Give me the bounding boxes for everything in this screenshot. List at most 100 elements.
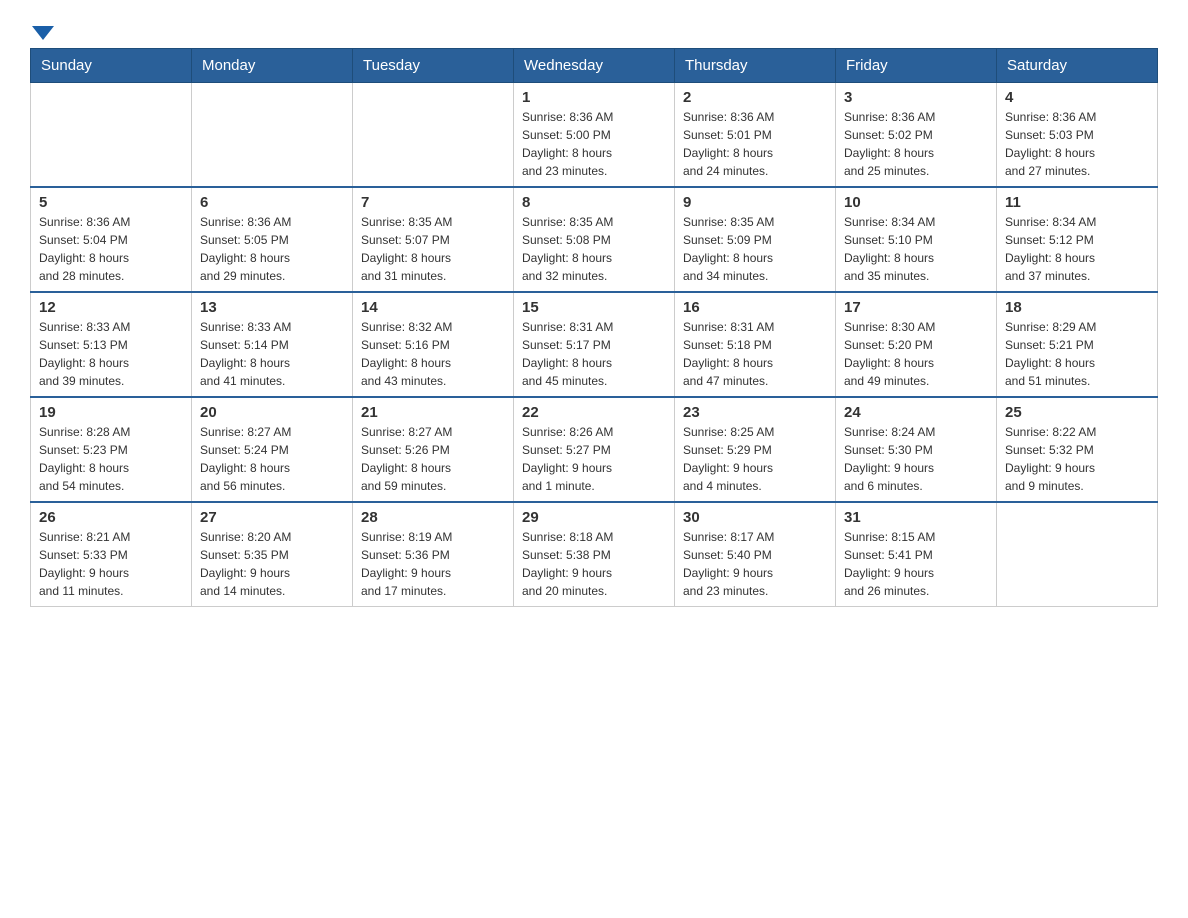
- day-number: 29: [522, 509, 666, 526]
- day-info: Sunrise: 8:20 AM Sunset: 5:35 PM Dayligh…: [200, 528, 344, 600]
- calendar-cell: 20Sunrise: 8:27 AM Sunset: 5:24 PM Dayli…: [192, 397, 353, 502]
- calendar-cell: 4 Sunrise: 8:36 AM Sunset: 5:03 PM Daylig…: [997, 83, 1158, 188]
- calendar-header: SundayMondayTuesdayWednesdayThursdayFrid…: [31, 49, 1158, 83]
- day-number: 30: [683, 509, 827, 526]
- day-info: Sunrise: 8:36 AM Sunset: 5:01 PM Dayligh…: [683, 108, 827, 180]
- day-number: 19: [39, 404, 183, 421]
- calendar-table: SundayMondayTuesdayWednesdayThursdayFrid…: [30, 48, 1158, 607]
- calendar-cell: 22 Sunrise: 8:26 AM Sunset: 5:27 PM Dayli…: [514, 397, 675, 502]
- calendar-cell: 26 Sunrise: 8:21 AM Sunset: 5:33 PM Dayli…: [31, 502, 192, 607]
- day-info: Sunrise: 8:19 AM Sunset: 5:36 PM Dayligh…: [361, 528, 505, 600]
- day-info: Sunrise: 8:18 AM Sunset: 5:38 PM Dayligh…: [522, 528, 666, 600]
- day-info: Sunrise: 8:35 AM Sunset: 5:09 PM Dayligh…: [683, 213, 827, 285]
- day-number: 27: [200, 509, 344, 526]
- day-number: 6: [200, 194, 344, 211]
- day-number: 25: [1005, 404, 1149, 421]
- day-number: 17: [844, 299, 988, 316]
- weekday-header-tuesday: Tuesday: [353, 49, 514, 83]
- day-info: Sunrise: 8:26 AM Sunset: 5:27 PM Dayligh…: [522, 423, 666, 495]
- weekday-header-sunday: Sunday: [31, 49, 192, 83]
- calendar-cell: [31, 83, 192, 188]
- calendar-week-1: 1 Sunrise: 8:36 AM Sunset: 5:00 PM Daylig…: [31, 83, 1158, 188]
- day-info: Sunrise: 8:36 AM Sunset: 5:04 PM Dayligh…: [39, 213, 183, 285]
- day-info: Sunrise: 8:33 AM Sunset: 5:13 PM Dayligh…: [39, 318, 183, 390]
- day-number: 9: [683, 194, 827, 211]
- day-info: Sunrise: 8:30 AM Sunset: 5:20 PM Dayligh…: [844, 318, 988, 390]
- calendar-cell: 12 Sunrise: 8:33 AM Sunset: 5:13 PM Dayli…: [31, 292, 192, 397]
- day-number: 16: [683, 299, 827, 316]
- day-number: 7: [361, 194, 505, 211]
- weekday-header-thursday: Thursday: [675, 49, 836, 83]
- day-info: Sunrise: 8:36 AM Sunset: 5:05 PM Dayligh…: [200, 213, 344, 285]
- day-info: Sunrise: 8:36 AM Sunset: 5:00 PM Dayligh…: [522, 108, 666, 180]
- day-number: 18: [1005, 299, 1149, 316]
- calendar-week-4: 19 Sunrise: 8:28 AM Sunset: 5:23 PM Dayli…: [31, 397, 1158, 502]
- calendar-cell: 10 Sunrise: 8:34 AM Sunset: 5:10 PM Dayli…: [836, 187, 997, 292]
- day-number: 1: [522, 89, 666, 106]
- calendar-cell: [353, 83, 514, 188]
- calendar-cell: 24Sunrise: 8:24 AM Sunset: 5:30 PM Dayli…: [836, 397, 997, 502]
- day-number: 11: [1005, 194, 1149, 211]
- calendar-cell: 28Sunrise: 8:19 AM Sunset: 5:36 PM Dayli…: [353, 502, 514, 607]
- calendar-cell: 6 Sunrise: 8:36 AM Sunset: 5:05 PM Daylig…: [192, 187, 353, 292]
- day-number: 24: [844, 404, 988, 421]
- day-number: 23: [683, 404, 827, 421]
- day-info: Sunrise: 8:21 AM Sunset: 5:33 PM Dayligh…: [39, 528, 183, 600]
- calendar-cell: 29 Sunrise: 8:18 AM Sunset: 5:38 PM Dayli…: [514, 502, 675, 607]
- calendar-cell: 18Sunrise: 8:29 AM Sunset: 5:21 PM Dayli…: [997, 292, 1158, 397]
- day-info: Sunrise: 8:15 AM Sunset: 5:41 PM Dayligh…: [844, 528, 988, 600]
- day-info: Sunrise: 8:22 AM Sunset: 5:32 PM Dayligh…: [1005, 423, 1149, 495]
- day-info: Sunrise: 8:31 AM Sunset: 5:18 PM Dayligh…: [683, 318, 827, 390]
- page-header: [30, 20, 1158, 38]
- day-number: 8: [522, 194, 666, 211]
- calendar-cell: 27 Sunrise: 8:20 AM Sunset: 5:35 PM Dayli…: [192, 502, 353, 607]
- day-info: Sunrise: 8:33 AM Sunset: 5:14 PM Dayligh…: [200, 318, 344, 390]
- day-info: Sunrise: 8:35 AM Sunset: 5:08 PM Dayligh…: [522, 213, 666, 285]
- calendar-cell: 8 Sunrise: 8:35 AM Sunset: 5:08 PM Daylig…: [514, 187, 675, 292]
- day-number: 12: [39, 299, 183, 316]
- calendar-week-5: 26 Sunrise: 8:21 AM Sunset: 5:33 PM Dayli…: [31, 502, 1158, 607]
- calendar-cell: 17 Sunrise: 8:30 AM Sunset: 5:20 PM Dayli…: [836, 292, 997, 397]
- day-number: 13: [200, 299, 344, 316]
- calendar-week-3: 12 Sunrise: 8:33 AM Sunset: 5:13 PM Dayli…: [31, 292, 1158, 397]
- calendar-cell: 25 Sunrise: 8:22 AM Sunset: 5:32 PM Dayli…: [997, 397, 1158, 502]
- calendar-cell: 19 Sunrise: 8:28 AM Sunset: 5:23 PM Dayli…: [31, 397, 192, 502]
- calendar-cell: 13 Sunrise: 8:33 AM Sunset: 5:14 PM Dayli…: [192, 292, 353, 397]
- day-number: 15: [522, 299, 666, 316]
- day-info: Sunrise: 8:36 AM Sunset: 5:02 PM Dayligh…: [844, 108, 988, 180]
- day-info: Sunrise: 8:32 AM Sunset: 5:16 PM Dayligh…: [361, 318, 505, 390]
- day-number: 4: [1005, 89, 1149, 106]
- day-info: Sunrise: 8:27 AM Sunset: 5:26 PM Dayligh…: [361, 423, 505, 495]
- day-info: Sunrise: 8:27 AM Sunset: 5:24 PM Dayligh…: [200, 423, 344, 495]
- weekday-header-row: SundayMondayTuesdayWednesdayThursdayFrid…: [31, 49, 1158, 83]
- day-number: 26: [39, 509, 183, 526]
- calendar-cell: 11Sunrise: 8:34 AM Sunset: 5:12 PM Dayli…: [997, 187, 1158, 292]
- weekday-header-friday: Friday: [836, 49, 997, 83]
- calendar-cell: 15 Sunrise: 8:31 AM Sunset: 5:17 PM Dayli…: [514, 292, 675, 397]
- day-number: 14: [361, 299, 505, 316]
- calendar-cell: [997, 502, 1158, 607]
- weekday-header-monday: Monday: [192, 49, 353, 83]
- calendar-cell: 30Sunrise: 8:17 AM Sunset: 5:40 PM Dayli…: [675, 502, 836, 607]
- calendar-cell: 1 Sunrise: 8:36 AM Sunset: 5:00 PM Daylig…: [514, 83, 675, 188]
- calendar-cell: 7Sunrise: 8:35 AM Sunset: 5:07 PM Daylig…: [353, 187, 514, 292]
- weekday-header-saturday: Saturday: [997, 49, 1158, 83]
- day-number: 10: [844, 194, 988, 211]
- calendar-week-2: 5 Sunrise: 8:36 AM Sunset: 5:04 PM Daylig…: [31, 187, 1158, 292]
- weekday-header-wednesday: Wednesday: [514, 49, 675, 83]
- calendar-cell: 5 Sunrise: 8:36 AM Sunset: 5:04 PM Daylig…: [31, 187, 192, 292]
- day-info: Sunrise: 8:36 AM Sunset: 5:03 PM Dayligh…: [1005, 108, 1149, 180]
- day-info: Sunrise: 8:31 AM Sunset: 5:17 PM Dayligh…: [522, 318, 666, 390]
- calendar-cell: 9 Sunrise: 8:35 AM Sunset: 5:09 PM Daylig…: [675, 187, 836, 292]
- calendar-cell: [192, 83, 353, 188]
- calendar-cell: 23Sunrise: 8:25 AM Sunset: 5:29 PM Dayli…: [675, 397, 836, 502]
- day-number: 31: [844, 509, 988, 526]
- day-info: Sunrise: 8:28 AM Sunset: 5:23 PM Dayligh…: [39, 423, 183, 495]
- calendar-cell: 21Sunrise: 8:27 AM Sunset: 5:26 PM Dayli…: [353, 397, 514, 502]
- day-number: 22: [522, 404, 666, 421]
- calendar-cell: 31 Sunrise: 8:15 AM Sunset: 5:41 PM Dayli…: [836, 502, 997, 607]
- day-info: Sunrise: 8:34 AM Sunset: 5:10 PM Dayligh…: [844, 213, 988, 285]
- calendar-cell: 16 Sunrise: 8:31 AM Sunset: 5:18 PM Dayli…: [675, 292, 836, 397]
- day-number: 3: [844, 89, 988, 106]
- day-number: 5: [39, 194, 183, 211]
